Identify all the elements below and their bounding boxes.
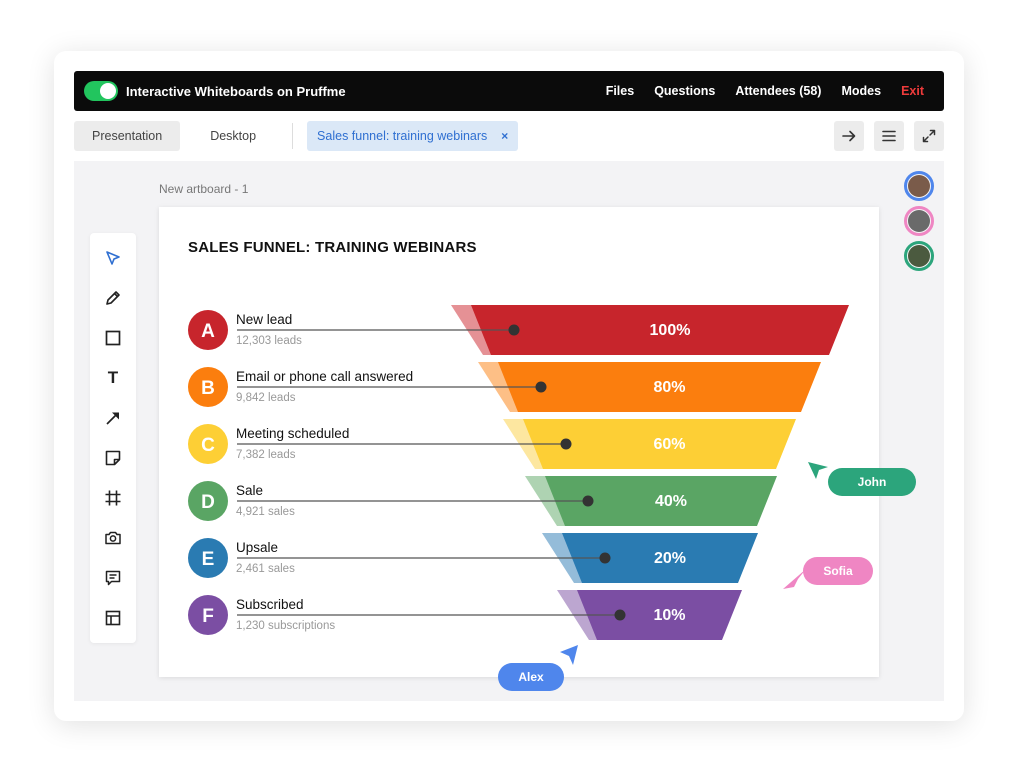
top-nav: Files Questions Attendees (58) Modes Exi… — [606, 84, 924, 98]
stage-subtitle: 1,230 subscriptions — [236, 620, 336, 632]
fullscreen-icon[interactable] — [914, 121, 944, 151]
top-bar: Interactive Whiteboards on Pruffme Files… — [74, 71, 944, 111]
live-toggle[interactable] — [84, 81, 118, 101]
connector-dot — [560, 438, 572, 450]
connector-dot — [508, 324, 520, 336]
stage-title: Email or phone call answered — [236, 369, 414, 384]
tab-desktop[interactable]: Desktop — [192, 121, 274, 151]
funnel-percent-label: 80% — [653, 379, 685, 396]
nav-attendees[interactable]: Attendees (58) — [735, 84, 821, 98]
menu-icon[interactable] — [874, 121, 904, 151]
stage-subtitle: 9,842 leads — [236, 392, 296, 404]
funnel-percent-label: 40% — [655, 493, 687, 510]
stage-title: Upsale — [236, 540, 279, 555]
funnel-percent-label: 100% — [650, 322, 691, 339]
alex-cursor-icon — [560, 645, 578, 665]
canvas-area[interactable]: New artboard - 1 T SALES FUNNEL: TRAININ… — [74, 161, 944, 701]
connector-dot — [582, 495, 594, 507]
layout-tool[interactable] — [90, 598, 136, 638]
cursor-tag-alex: Alex — [498, 663, 564, 691]
close-icon[interactable]: × — [501, 129, 508, 143]
stage-letter: E — [202, 549, 215, 570]
connector-dot — [614, 609, 626, 621]
john-cursor-icon — [808, 462, 828, 479]
nav-exit[interactable]: Exit — [901, 84, 924, 98]
camera-icon — [105, 531, 121, 545]
avatar[interactable] — [904, 206, 934, 236]
sticky-note-tool[interactable] — [90, 438, 136, 478]
camera-tool[interactable] — [90, 518, 136, 558]
nav-files[interactable]: Files — [606, 84, 635, 98]
cursor-tag-john: John — [828, 468, 916, 496]
tab-bar: Presentation Desktop Sales funnel: train… — [74, 121, 944, 151]
stage-title: New lead — [236, 312, 293, 327]
tab-document[interactable]: Sales funnel: training webinars × — [307, 121, 519, 151]
stage-subtitle: 12,303 leads — [236, 335, 302, 347]
layout-icon — [105, 610, 121, 626]
nav-questions[interactable]: Questions — [654, 84, 715, 98]
select-tool[interactable] — [90, 238, 136, 278]
stage-subtitle: 2,461 sales — [236, 563, 295, 575]
stage-letter: D — [201, 492, 215, 513]
frame-icon — [105, 490, 121, 506]
arrow-right-icon[interactable] — [834, 121, 864, 151]
stage-letter: B — [201, 378, 215, 399]
funnel-percent-label: 60% — [653, 436, 685, 453]
funnel-percent-label: 20% — [654, 550, 686, 567]
funnel-percent-label: 10% — [653, 607, 685, 624]
sticky-note-icon — [105, 450, 121, 466]
nav-modes[interactable]: Modes — [841, 84, 881, 98]
stage-title: Sale — [236, 483, 264, 498]
rectangle-tool[interactable] — [90, 318, 136, 358]
comment-tool[interactable] — [90, 558, 136, 598]
connector-dot — [535, 381, 547, 393]
stage-letter: A — [201, 321, 215, 342]
tab-divider — [292, 123, 294, 149]
square-icon — [105, 330, 121, 346]
artboard-label: New artboard - 1 — [159, 182, 249, 196]
stage-letter: C — [201, 435, 215, 456]
artboard[interactable]: SALES FUNNEL: TRAINING WEBINARS 100% A 80%… — [159, 207, 879, 677]
app-window: Interactive Whiteboards on Pruffme Files… — [54, 51, 964, 721]
avatar[interactable] — [904, 241, 934, 271]
avatar-face — [908, 175, 930, 197]
cursor-arrow-icon — [106, 251, 120, 265]
document-tab-label: Sales funnel: training webinars — [317, 129, 488, 143]
diagonal-arrow-icon — [106, 412, 119, 425]
avatar[interactable] — [904, 171, 934, 201]
stage-title: Meeting scheduled — [236, 426, 350, 441]
arrow-tool[interactable] — [90, 398, 136, 438]
frame-tool[interactable] — [90, 478, 136, 518]
connector-dot — [599, 552, 611, 564]
avatar-face — [908, 245, 930, 267]
comment-icon — [105, 570, 121, 586]
app-title: Interactive Whiteboards on Pruffme — [126, 83, 346, 99]
cursor-tag-sofia: Sofia — [803, 557, 873, 585]
stage-subtitle: 4,921 sales — [236, 506, 295, 518]
stage-title: Subscribed — [236, 597, 304, 612]
text-tool[interactable]: T — [90, 358, 136, 398]
pencil-icon — [106, 291, 120, 305]
tab-presentation[interactable]: Presentation — [74, 121, 181, 151]
avatar-face — [908, 210, 930, 232]
tool-palette: T — [90, 233, 136, 643]
pencil-tool[interactable] — [90, 278, 136, 318]
stage-letter: F — [202, 606, 214, 627]
stage-subtitle: 7,382 leads — [236, 449, 296, 461]
